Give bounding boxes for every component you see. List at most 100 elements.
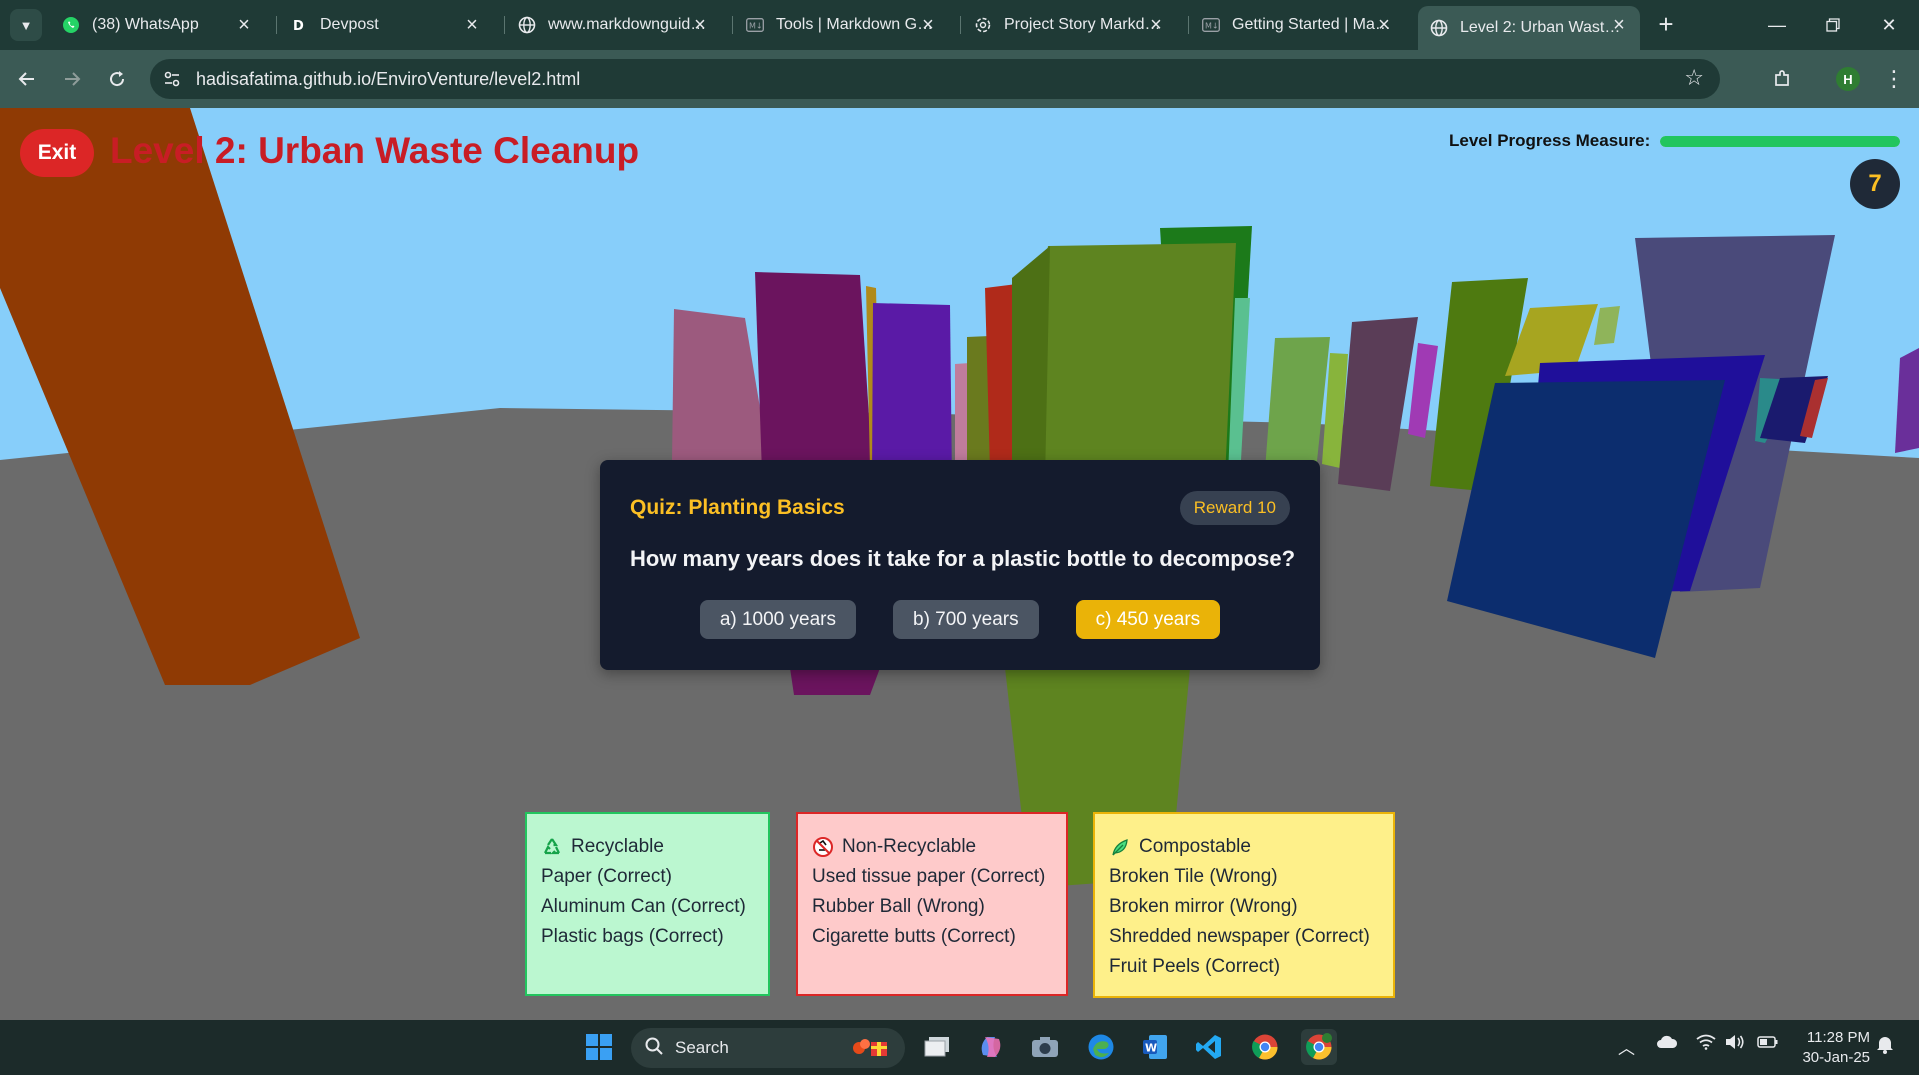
- svg-text:M↓: M↓: [1205, 22, 1219, 31]
- quiz-options: a) 1000 years b) 700 years c) 450 years: [600, 600, 1320, 639]
- browser-toolbar: hadisafatima.github.io/EnviroVenture/lev…: [0, 50, 1919, 108]
- markdown-icon: M↓: [746, 16, 764, 34]
- windows-taskbar: Search W ︿ 11:28 PM 30-Jan-25: [0, 1020, 1919, 1075]
- site-info-icon[interactable]: [162, 69, 182, 89]
- tab-search-chevron-icon[interactable]: ▼: [10, 9, 42, 41]
- more-menu-icon[interactable]: ⋮: [1876, 61, 1912, 97]
- address-bar[interactable]: hadisafatima.github.io/EnviroVenture/lev…: [150, 59, 1720, 99]
- tab-divider: [960, 16, 961, 34]
- tab-title: www.markdownguide.org: [548, 16, 709, 33]
- tab-whatsapp[interactable]: (38) WhatsApp ×: [50, 6, 265, 44]
- no-recycle-icon: [812, 836, 834, 858]
- bin-item: Rubber Ball (Wrong): [812, 896, 985, 917]
- camera-icon[interactable]: [1027, 1029, 1063, 1065]
- close-tab-icon[interactable]: ×: [917, 14, 939, 36]
- bin-item: Paper (Correct): [541, 866, 672, 887]
- tab-devpost[interactable]: D Devpost ×: [278, 6, 493, 44]
- restore-icon[interactable]: [1810, 6, 1856, 44]
- edge-icon[interactable]: [1083, 1029, 1119, 1065]
- search-label: Search: [675, 1038, 729, 1057]
- bin-item: Plastic bags (Correct): [541, 926, 724, 947]
- word-icon[interactable]: W: [1137, 1029, 1173, 1065]
- search-icon: [645, 1037, 663, 1060]
- bin-item: Broken mirror (Wrong): [1109, 896, 1298, 917]
- close-tab-icon[interactable]: ×: [1373, 14, 1395, 36]
- tab-title: Project Story Markdown: [1004, 16, 1165, 33]
- battery-icon[interactable]: [1757, 1034, 1779, 1054]
- profile-avatar[interactable]: H: [1836, 67, 1860, 91]
- close-tab-icon[interactable]: ×: [1608, 14, 1630, 36]
- recyclable-bin[interactable]: Recyclable Paper (Correct) Aluminum Can …: [525, 812, 770, 996]
- tab-divider: [276, 16, 277, 34]
- close-tab-icon[interactable]: ×: [1145, 14, 1167, 36]
- tab-project-story[interactable]: Project Story Markdown ×: [962, 6, 1177, 44]
- volume-icon[interactable]: [1725, 1034, 1745, 1055]
- exit-button[interactable]: Exit: [20, 129, 94, 177]
- tab-divider: [1188, 16, 1189, 34]
- extensions-icon[interactable]: [1764, 61, 1800, 97]
- onedrive-icon[interactable]: [1656, 1034, 1678, 1054]
- system-clock[interactable]: 11:28 PM 30-Jan-25: [1798, 1028, 1870, 1068]
- forward-arrow-icon[interactable]: [54, 61, 90, 97]
- bin-title: Recyclable: [571, 836, 664, 857]
- bin-item: Broken Tile (Wrong): [1109, 866, 1278, 887]
- tab-strip: ▼ (38) WhatsApp × D Devpost × www.markdo…: [0, 0, 1919, 50]
- tab-divider: [504, 16, 505, 34]
- tab-title: Level 2: Urban Waste Cleanup: [1460, 19, 1628, 36]
- non-recyclable-bin[interactable]: Non-Recyclable Used tissue paper (Correc…: [796, 812, 1068, 996]
- tab-title: (38) WhatsApp: [92, 16, 199, 33]
- progress-label: Level Progress Measure:: [1449, 131, 1651, 150]
- task-view-icon[interactable]: [919, 1029, 955, 1065]
- wifi-icon[interactable]: [1696, 1034, 1716, 1055]
- close-window-icon[interactable]: ✕: [1866, 6, 1912, 44]
- tab-divider: [732, 16, 733, 34]
- chrome-profile-icon[interactable]: [1301, 1029, 1337, 1065]
- building: [1012, 246, 1050, 480]
- globe-icon: [518, 16, 536, 34]
- notification-bell-icon[interactable]: [1876, 1034, 1894, 1059]
- tab-markdownguide[interactable]: www.markdownguide.org ×: [506, 6, 721, 44]
- svg-text:D: D: [293, 19, 304, 34]
- new-tab-button[interactable]: +: [1650, 9, 1682, 41]
- tab-title: Tools | Markdown Guide: [776, 16, 937, 33]
- quiz-option-c[interactable]: c) 450 years: [1075, 600, 1221, 639]
- compostable-bin[interactable]: Compostable Broken Tile (Wrong) Broken m…: [1093, 812, 1395, 998]
- copilot-icon[interactable]: [973, 1029, 1009, 1065]
- whatsapp-icon: [62, 16, 80, 34]
- quiz-panel: Quiz: Planting Basics Reward 10 How many…: [600, 460, 1320, 670]
- chrome-icon[interactable]: [1247, 1029, 1283, 1065]
- tab-level2-active[interactable]: Level 2: Urban Waste Cleanup ×: [1418, 6, 1640, 50]
- markdown-icon: M↓: [1202, 16, 1220, 34]
- vscode-icon[interactable]: [1191, 1029, 1227, 1065]
- level-title: Level 2: Urban Waste Cleanup: [110, 130, 640, 171]
- url-text[interactable]: hadisafatima.github.io/EnviroVenture/lev…: [196, 69, 580, 90]
- building: [872, 303, 952, 483]
- score-badge: 7: [1850, 159, 1900, 209]
- building: [967, 336, 990, 468]
- progress-bar-fill: [1660, 136, 1900, 147]
- reload-icon[interactable]: [99, 61, 135, 97]
- bookmark-star-icon[interactable]: ☆: [1684, 65, 1704, 91]
- close-tab-icon[interactable]: ×: [461, 14, 483, 36]
- windows-start-icon[interactable]: [581, 1029, 617, 1065]
- chevron-up-icon[interactable]: ︿: [1618, 1034, 1635, 1059]
- tab-getting-started[interactable]: M↓ Getting Started | Markdown ×: [1190, 6, 1405, 44]
- tab-title: Getting Started | Markdown: [1232, 16, 1393, 33]
- leaf-icon: [1109, 836, 1131, 858]
- svg-text:M↓: M↓: [749, 22, 763, 31]
- taskbar-search[interactable]: Search: [631, 1028, 905, 1068]
- bin-item: Aluminum Can (Correct): [541, 896, 746, 917]
- tab-markdown-tools[interactable]: M↓ Tools | Markdown Guide ×: [734, 6, 949, 44]
- game-viewport[interactable]: Exit Level 2: Urban Waste Cleanup Level …: [0, 108, 1919, 1020]
- globe-icon: [1430, 19, 1448, 37]
- close-tab-icon[interactable]: ×: [689, 14, 711, 36]
- close-tab-icon[interactable]: ×: [233, 14, 255, 36]
- gift-icon: [851, 1034, 891, 1063]
- quiz-option-b[interactable]: b) 700 years: [893, 600, 1039, 639]
- minimize-icon[interactable]: —: [1754, 6, 1800, 44]
- quiz-option-a[interactable]: a) 1000 years: [699, 600, 856, 639]
- recycle-icon: [541, 836, 563, 858]
- reward-badge: Reward 10: [1179, 491, 1290, 525]
- back-arrow-icon[interactable]: [9, 61, 45, 97]
- clock-time: 11:28 PM: [1806, 1029, 1870, 1046]
